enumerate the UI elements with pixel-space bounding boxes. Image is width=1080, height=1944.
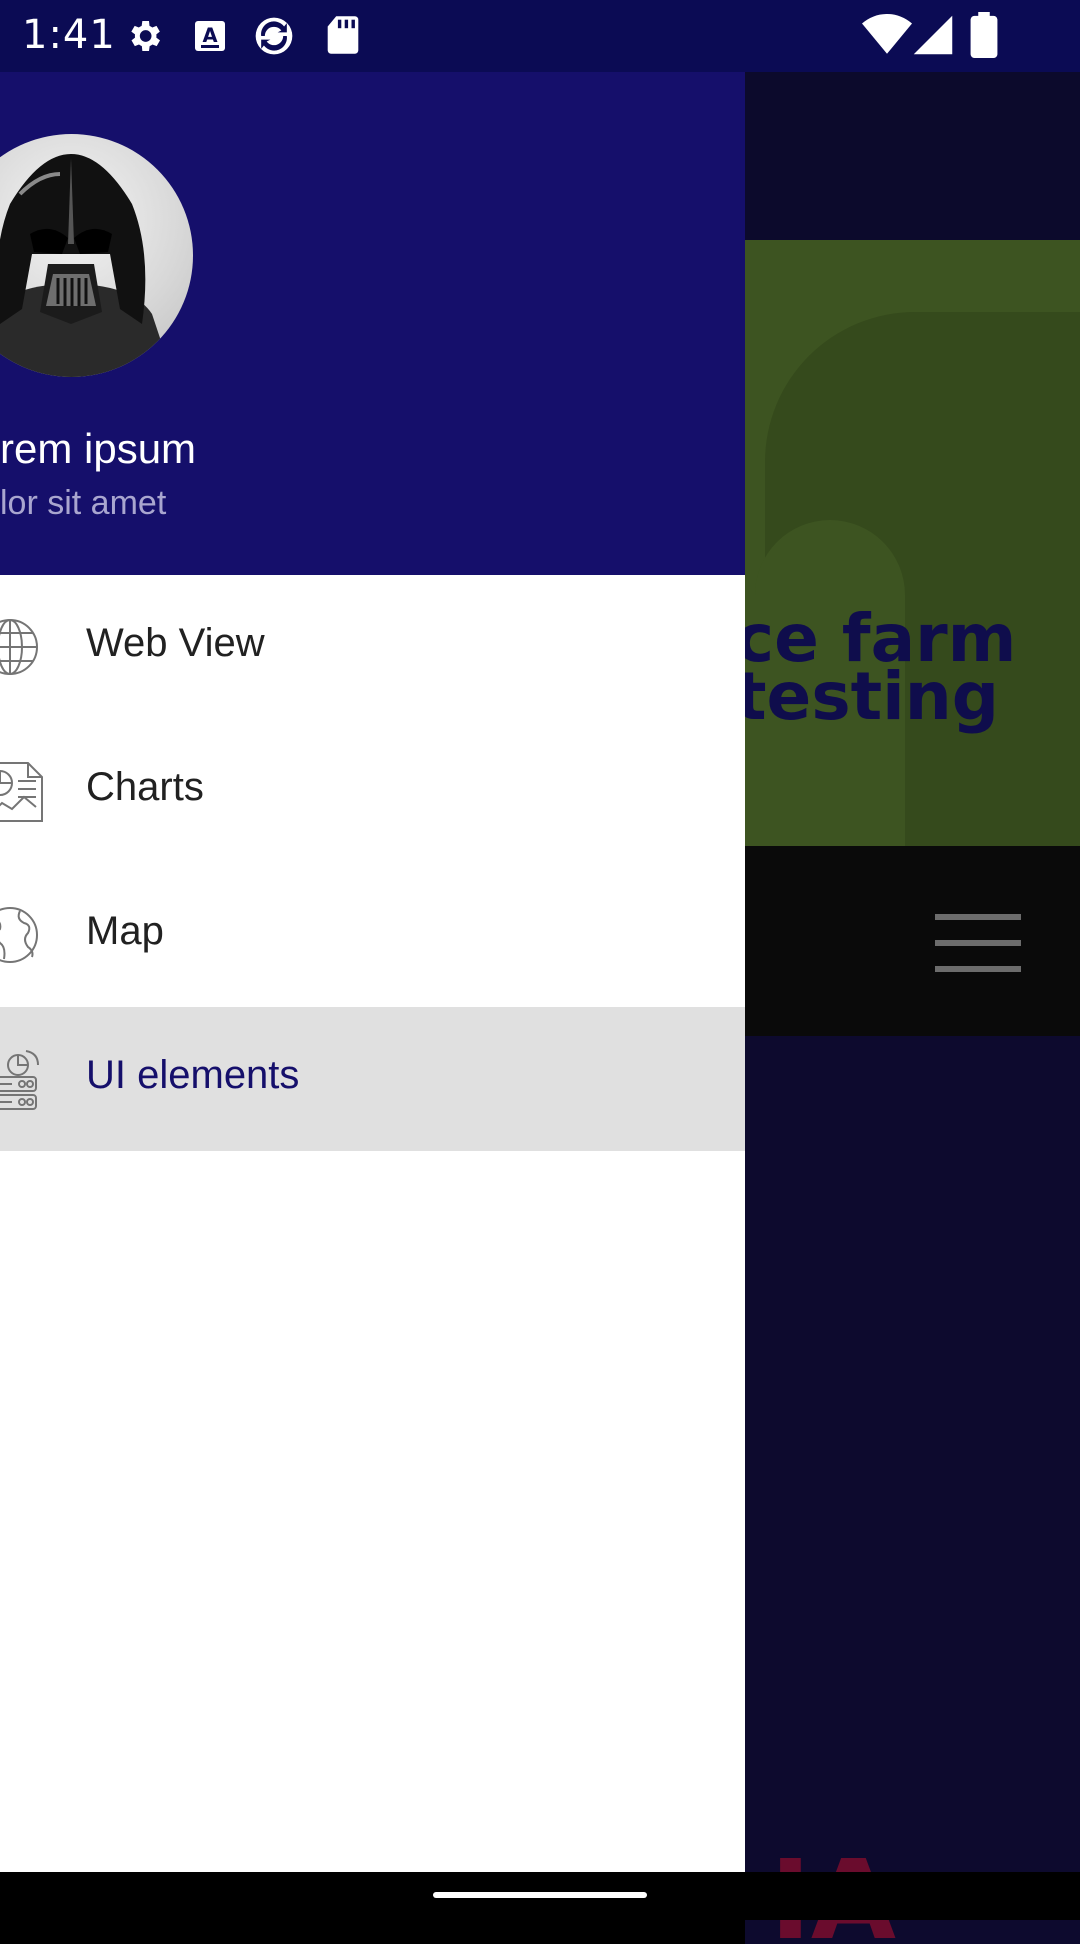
nav-item-label: Map: [86, 909, 164, 953]
earth-icon: [0, 907, 38, 963]
user-subtitle: lor sit amet: [0, 484, 167, 522]
drawer-header: rem ipsum lor sit amet: [0, 72, 745, 575]
wifi-icon: [862, 14, 912, 54]
background-nav-bar: [745, 846, 1080, 1036]
ui-elements-icon: [0, 1050, 39, 1110]
nav-item-label: Web View: [86, 621, 265, 665]
settings-icon: [131, 21, 160, 51]
background-app-bar: [745, 72, 1080, 240]
nav-item-label: Charts: [86, 765, 204, 809]
system-navigation-bar: [0, 1872, 1080, 1920]
signal-icon: [913, 15, 953, 55]
chart-document-icon: [0, 762, 43, 822]
sync-app-icon: [255, 17, 293, 55]
nav-item-charts[interactable]: Charts: [0, 719, 745, 863]
nav-item-web-view[interactable]: Web View: [0, 575, 745, 719]
avatar[interactable]: [0, 134, 193, 377]
nav-item-label: UI elements: [86, 1053, 300, 1097]
navigation-drawer: rem ipsum lor sit amet Web View Charts M…: [0, 72, 745, 1872]
background-lower-section: IA: [745, 1036, 1080, 1944]
a-badge-icon: A: [195, 21, 225, 51]
sd-card-icon: [327, 16, 359, 54]
user-name: rem ipsum: [0, 425, 197, 472]
status-time: 1:41: [22, 12, 116, 58]
hero-text-line2: testing: [745, 658, 999, 735]
nav-item-ui-elements[interactable]: UI elements: [0, 1007, 745, 1151]
hamburger-menu-icon: [935, 914, 1021, 972]
helmet-avatar-image: [0, 154, 173, 377]
background-hero-banner: ce farm testing: [745, 240, 1080, 846]
status-bar: 1:41 A: [0, 0, 1080, 72]
globe-icon: [0, 619, 38, 675]
home-gesture-handle[interactable]: [433, 1892, 647, 1898]
svg-text:A: A: [202, 24, 217, 47]
nav-item-map[interactable]: Map: [0, 863, 745, 1007]
battery-icon: [970, 12, 998, 58]
